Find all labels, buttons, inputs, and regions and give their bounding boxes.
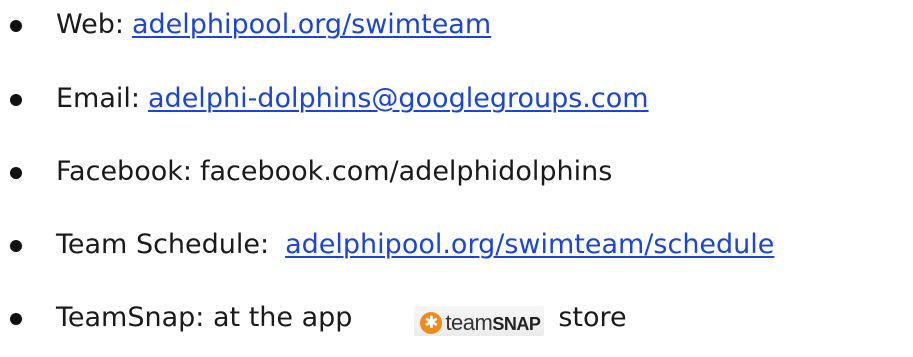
bullet-icon — [10, 167, 22, 179]
web-label: Web: — [56, 9, 124, 40]
bullet-icon — [10, 240, 22, 252]
contact-list: Web: adelphipool.org/swimteam Email: adelp… — [0, 0, 913, 357]
schedule-text: Team Schedule: adelphipool.org/swimteam/s… — [56, 223, 774, 267]
facebook-text: Facebook: facebook.com/adelphidolphins — [56, 150, 612, 194]
teamsnap-logo-word-team: team — [445, 309, 493, 335]
email-link[interactable]: adelphi-dolphins@googlegroups.com — [148, 83, 649, 114]
teamsnap-logo-word-snap: SNAP — [492, 313, 541, 334]
facebook-label: Facebook: — [56, 156, 192, 187]
teamsnap-suffix: store — [558, 302, 627, 333]
schedule-link[interactable]: adelphipool.org/swimteam/schedule — [285, 229, 774, 260]
email-text: Email: adelphi-dolphins@googlegroups.com — [56, 77, 649, 121]
bullet-icon — [10, 20, 22, 32]
email-label: Email: — [56, 83, 141, 114]
teamsnap-label: TeamSnap: at the app — [56, 302, 353, 333]
facebook-value: facebook.com/adelphidolphins — [199, 156, 613, 187]
teamsnap-text: TeamSnap: at the app ✱ team SNAP store — [56, 296, 627, 340]
schedule-label: Team Schedule: — [56, 229, 270, 260]
bullet-icon — [10, 313, 22, 325]
web-text: Web: adelphipool.org/swimteam — [56, 3, 491, 47]
bullet-icon — [10, 94, 22, 106]
teamsnap-logo[interactable]: ✱ team SNAP — [414, 305, 545, 336]
web-link[interactable]: adelphipool.org/swimteam — [132, 9, 491, 40]
star-icon: ✱ — [420, 311, 443, 334]
